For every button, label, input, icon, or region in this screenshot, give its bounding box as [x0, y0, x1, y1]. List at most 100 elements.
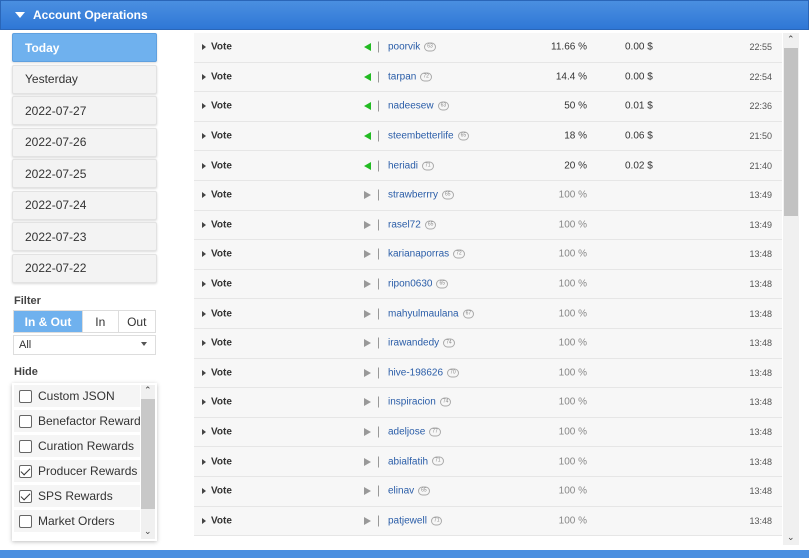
expand-caret-icon[interactable]: [202, 133, 206, 140]
expand-caret-icon[interactable]: [202, 281, 206, 288]
date-button[interactable]: Yesterday: [12, 64, 157, 94]
panel-header[interactable]: Account Operations: [0, 0, 809, 30]
user-link[interactable]: ripon0630: [388, 279, 432, 290]
expand-caret-icon[interactable]: [202, 103, 206, 110]
operation-row[interactable]: Vote ripon0630 65 100 % 13:48: [194, 269, 782, 300]
expand-caret-icon[interactable]: [202, 369, 206, 376]
expand-caret-icon[interactable]: [202, 340, 206, 347]
hide-option[interactable]: Producer Rewards: [14, 460, 140, 482]
checkbox[interactable]: [19, 489, 32, 503]
date-button[interactable]: 2022-07-25: [12, 159, 157, 188]
date-button[interactable]: 2022-07-26: [12, 127, 157, 157]
expand-caret-icon[interactable]: [202, 162, 206, 169]
checkbox[interactable]: [19, 514, 32, 528]
dropdown-arrow-icon: [141, 342, 147, 346]
chevron-up-icon[interactable]: ⌃: [144, 385, 152, 396]
operation-row[interactable]: Vote hive-198626 70 100 % 13:48: [194, 358, 782, 389]
user-link[interactable]: karianaporras: [388, 249, 449, 260]
date-button[interactable]: 2022-07-27: [12, 96, 157, 125]
operations-scroll-thumb[interactable]: [784, 48, 798, 216]
user-link[interactable]: mahyulmaulana: [388, 308, 459, 319]
expand-caret-icon[interactable]: [202, 517, 206, 524]
operation-row[interactable]: Vote poorvik 63 11.66 % 0.00 $ 22:55: [194, 33, 782, 63]
user-link[interactable]: irawandedy: [388, 338, 439, 349]
date-button[interactable]: 2022-07-24: [12, 190, 157, 220]
reputation-badge: 63: [437, 101, 450, 111]
user-link[interactable]: heriadi: [388, 160, 418, 171]
operation-row[interactable]: Vote adeljose 77 100 % 13:48: [194, 417, 782, 448]
hide-option[interactable]: Custom JSON: [14, 385, 140, 407]
timestamp: 13:49: [749, 190, 772, 201]
checkbox[interactable]: [19, 464, 32, 478]
hide-option[interactable]: Market Orders: [14, 510, 140, 532]
operation-row[interactable]: Vote tarpan 72 14.4 % 0.00 $ 22:54: [194, 62, 782, 93]
expand-caret-icon[interactable]: [202, 310, 206, 317]
separator: [378, 100, 379, 112]
operation-row[interactable]: Vote heriadi 71 20 % 0.02 $ 21:40: [194, 151, 782, 181]
user-link[interactable]: steembetterlife: [388, 131, 454, 142]
user-link[interactable]: hive-198626: [388, 367, 443, 378]
user-link[interactable]: tarpan: [388, 71, 416, 82]
operation-row[interactable]: Vote patjewell 71 100 % 13:48: [194, 506, 782, 537]
expand-caret-icon[interactable]: [202, 429, 206, 436]
user-link[interactable]: inspiracion: [388, 397, 436, 408]
panel-title: Account Operations: [33, 8, 148, 22]
user-link[interactable]: elinav: [388, 486, 414, 497]
hide-list-scroll-thumb[interactable]: [141, 399, 155, 509]
hide-option[interactable]: Curation Rewards: [14, 435, 140, 457]
checkbox[interactable]: [19, 439, 32, 453]
hide-option[interactable]: Benefactor Rewards: [14, 410, 140, 432]
expand-caret-icon[interactable]: [202, 221, 206, 228]
hide-option-label: Custom JSON: [38, 389, 115, 403]
operation-row[interactable]: Vote elinav 65 100 % 13:48: [194, 476, 782, 507]
filter-in-out-button[interactable]: In & Out: [14, 311, 84, 332]
operation-row[interactable]: Vote mahyulmaulana 67 100 % 13:48: [194, 299, 782, 329]
timestamp: 13:48: [749, 279, 772, 290]
operation-row[interactable]: Vote strawberrry 65 100 % 13:49: [194, 180, 782, 211]
operation-row[interactable]: Vote karianaporras 72 100 % 13:48: [194, 240, 782, 270]
chevron-down-icon[interactable]: ⌄: [787, 532, 795, 543]
operation-row[interactable]: Vote rasel72 65 100 % 13:49: [194, 210, 782, 241]
filter-select[interactable]: All: [13, 335, 156, 355]
expand-caret-icon[interactable]: [202, 488, 206, 495]
user-link[interactable]: abialfatih: [388, 456, 428, 467]
expand-caret-icon[interactable]: [202, 458, 206, 465]
timestamp: 13:48: [749, 397, 772, 408]
chevron-up-icon[interactable]: ⌃: [787, 34, 795, 45]
date-button[interactable]: 2022-07-22: [12, 253, 157, 283]
operation-row[interactable]: Vote irawandedy 74 100 % 13:48: [194, 328, 782, 359]
hide-list-scrollbar[interactable]: ⌃ ⌄: [141, 385, 155, 539]
operation-row[interactable]: Vote nadeesew 63 50 % 0.01 $ 22:36: [194, 92, 782, 122]
reputation-badge: 77: [429, 427, 441, 437]
expand-caret-icon[interactable]: [202, 44, 206, 51]
user-link[interactable]: strawberrry: [388, 190, 438, 201]
chevron-down-icon[interactable]: ⌄: [144, 526, 152, 537]
operation-row[interactable]: Vote inspiracion 74 100 % 13:48: [194, 388, 782, 418]
next-panel-header[interactable]: [0, 550, 809, 558]
incoming-arrow-icon: [364, 398, 371, 407]
operation-type: Vote: [211, 71, 232, 83]
checkbox[interactable]: [19, 414, 32, 428]
user-link[interactable]: poorvik: [388, 42, 420, 53]
expand-caret-icon[interactable]: [202, 192, 206, 199]
operation-row[interactable]: Vote steembetterlife 65 18 % 0.06 $ 21:50: [194, 121, 782, 152]
filter-out-button[interactable]: Out: [119, 311, 155, 332]
collapse-triangle-icon[interactable]: [15, 12, 25, 18]
operations-scrollbar[interactable]: ⌃ ⌄: [783, 33, 799, 545]
vote-percent: 100 %: [558, 396, 587, 408]
user-link[interactable]: rasel72: [388, 219, 421, 230]
expand-caret-icon[interactable]: [202, 251, 206, 258]
date-button[interactable]: 2022-07-23: [12, 222, 157, 251]
expand-caret-icon[interactable]: [202, 73, 206, 80]
date-button[interactable]: Today: [12, 33, 157, 62]
filter-in-button[interactable]: In: [83, 311, 119, 332]
separator: [378, 308, 379, 320]
operation-row[interactable]: Vote abialfatih 71 100 % 13:48: [194, 447, 782, 477]
hide-option[interactable]: SPS Rewards: [14, 485, 140, 507]
user-link[interactable]: adeljose: [388, 427, 425, 438]
user-link-wrap: strawberrry 65: [388, 190, 454, 201]
user-link[interactable]: nadeesew: [388, 101, 434, 112]
expand-caret-icon[interactable]: [202, 399, 206, 406]
checkbox[interactable]: [19, 389, 32, 403]
user-link[interactable]: patjewell: [388, 515, 427, 526]
